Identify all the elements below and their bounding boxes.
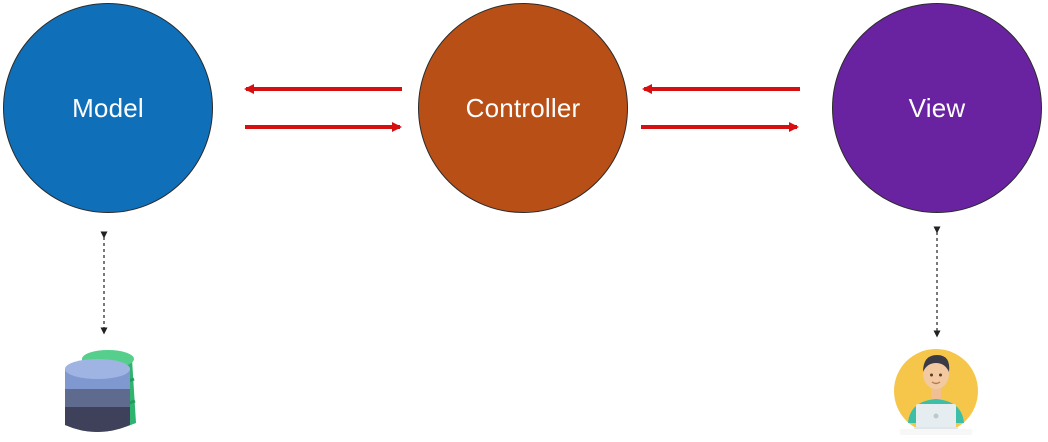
mvc-diagram: Model Controller View — [0, 0, 1048, 440]
user-at-computer-icon — [890, 345, 984, 437]
database-icon — [60, 345, 160, 437]
